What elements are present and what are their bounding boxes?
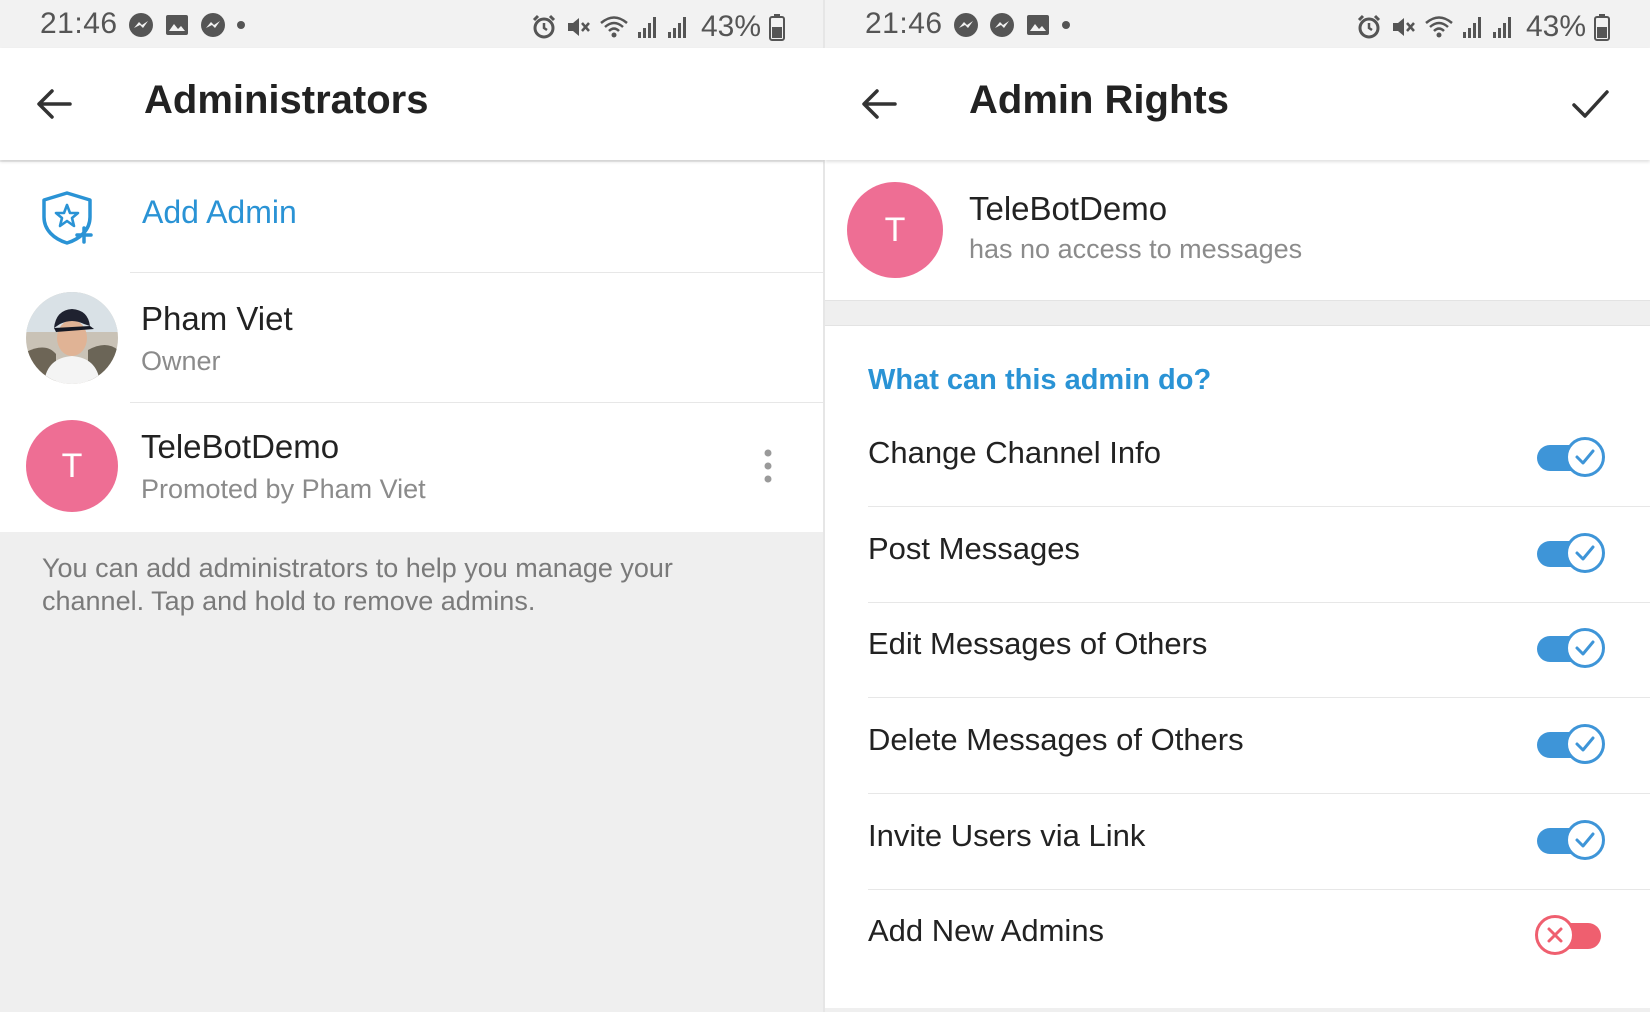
messenger-icon [129, 13, 153, 37]
bottom-gap [825, 1008, 1650, 1012]
check-icon [1575, 449, 1595, 465]
check-icon [1575, 736, 1595, 752]
app-bar: Admin Rights [825, 48, 1650, 160]
status-bar: 21:46 43% [0, 0, 825, 48]
wifi-icon [1425, 16, 1453, 38]
battery-percent: 43% [1525, 10, 1586, 43]
toggle-knob-check [1565, 820, 1605, 860]
add-admin-button[interactable]: Add Admin [0, 162, 825, 272]
permission-row[interactable]: Post Messages [825, 503, 1650, 603]
admin-role: Promoted by Pham Viet [141, 474, 426, 504]
section-gap [825, 300, 1650, 326]
battery-icon [1594, 14, 1610, 41]
battery-icon [769, 14, 785, 41]
permission-label: Invite Users via Link [868, 818, 1146, 853]
signal-icon [1492, 17, 1511, 38]
gallery-icon [166, 15, 188, 35]
toggle-knob-check [1565, 533, 1605, 573]
permission-toggle[interactable] [1535, 628, 1605, 668]
signal-icon [1462, 17, 1481, 38]
permission-label: Edit Messages of Others [868, 626, 1208, 661]
permission-row[interactable]: Edit Messages of Others [825, 598, 1650, 698]
status-bar: 21:46 43% [825, 0, 1650, 48]
add-admin-label: Add Admin [142, 194, 297, 230]
dot-icon [237, 21, 245, 29]
admin-list: Add Admin Pham Viet Owner T TeleBotDemo … [0, 162, 825, 532]
admin-row-owner[interactable]: Pham Viet Owner [0, 274, 825, 402]
avatar: T [26, 420, 118, 512]
permission-row[interactable]: Add New Admins [825, 885, 1650, 985]
avatar [26, 292, 118, 384]
permission-toggle[interactable] [1535, 820, 1605, 860]
administrators-screen: 21:46 43% Administrators Add Admin Pham … [0, 0, 825, 1012]
alarm-icon [1357, 14, 1381, 39]
gallery-icon [1027, 15, 1049, 35]
check-icon [1575, 832, 1595, 848]
messenger-icon [201, 13, 225, 37]
mute-icon [567, 18, 590, 36]
bot-name: TeleBotDemo [969, 190, 1168, 227]
permission-row[interactable]: Delete Messages of Others [825, 694, 1650, 794]
toggle-knob-check [1565, 628, 1605, 668]
permission-row[interactable]: Change Channel Info [825, 407, 1650, 507]
permission-label: Add New Admins [868, 913, 1105, 948]
check-icon [1575, 640, 1595, 656]
battery-percent: 43% [700, 10, 761, 43]
status-time: 21:46 [865, 7, 943, 40]
admin-role: Owner [141, 346, 221, 376]
alarm-icon [532, 14, 556, 39]
system-icons: 43% [531, 10, 785, 44]
app-bar: Administrators [0, 48, 825, 160]
bot-header: T TeleBotDemo has no access to messages [825, 162, 1650, 300]
page-title: Admin Rights [969, 78, 1229, 122]
dot-icon [1062, 21, 1070, 29]
permission-row[interactable]: Invite Users via Link [825, 790, 1650, 890]
back-arrow-icon[interactable] [859, 86, 899, 122]
more-vert-icon[interactable] [763, 448, 773, 484]
back-arrow-icon[interactable] [34, 86, 74, 122]
permission-toggle[interactable] [1535, 915, 1605, 955]
shield-star-add-icon [42, 191, 93, 245]
info-text: You can add administrators to help you m… [42, 553, 673, 616]
signal-icon [667, 17, 686, 38]
bot-status: has no access to messages [969, 234, 1303, 264]
permission-label: Post Messages [868, 531, 1080, 566]
notification-icons [128, 12, 246, 38]
permission-label: Change Channel Info [868, 435, 1162, 470]
close-icon [1547, 927, 1563, 943]
signal-icon [637, 17, 656, 38]
avatar: T [847, 182, 943, 278]
divider [130, 272, 825, 273]
messenger-icon [990, 13, 1014, 37]
status-time: 21:46 [40, 7, 118, 40]
section-title: What can this admin do? [868, 364, 1212, 396]
check-icon [1575, 545, 1595, 561]
permission-toggle[interactable] [1535, 533, 1605, 573]
permission-toggle[interactable] [1535, 437, 1605, 477]
check-icon[interactable] [1570, 84, 1610, 124]
messenger-icon [954, 13, 978, 37]
admin-name: TeleBotDemo [141, 428, 340, 465]
notification-icons [953, 12, 1071, 38]
admin-rights-screen: 21:46 43% Admin Rights T TeleBotDemo has… [825, 0, 1650, 1012]
permission-toggle[interactable] [1535, 724, 1605, 764]
mute-icon [1392, 18, 1415, 36]
page-title: Administrators [144, 78, 429, 122]
system-icons: 43% [1356, 10, 1610, 44]
toggle-knob-cross [1535, 915, 1575, 955]
admin-name: Pham Viet [141, 300, 293, 337]
user-photo [26, 292, 118, 384]
wifi-icon [600, 16, 628, 38]
toggle-knob-check [1565, 724, 1605, 764]
toggle-knob-check [1565, 437, 1605, 477]
permission-label: Delete Messages of Others [868, 722, 1244, 757]
admin-row-bot[interactable]: T TeleBotDemo Promoted by Pham Viet [0, 402, 825, 530]
